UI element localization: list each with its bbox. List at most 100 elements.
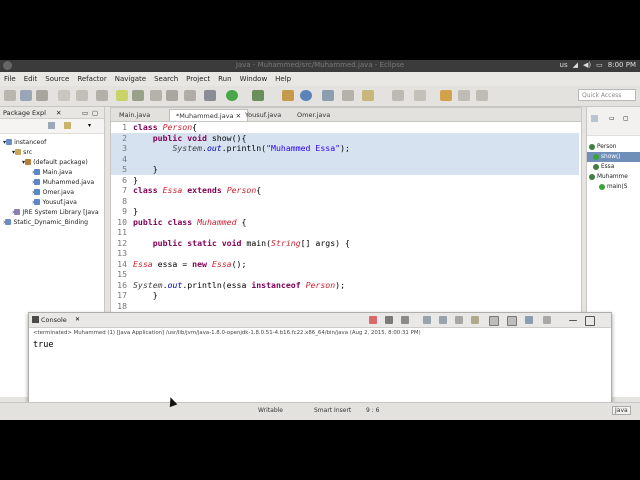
- menu-source[interactable]: Source: [41, 72, 73, 86]
- minimize-icon[interactable]: ▭: [609, 115, 615, 122]
- code-line[interactable]: 15: [111, 269, 579, 280]
- tab-main-java[interactable]: Main.java: [113, 109, 156, 121]
- tree-item-main-java[interactable]: › Main.java: [0, 168, 104, 178]
- menu-refactor[interactable]: Refactor: [73, 72, 110, 86]
- display-console-icon[interactable]: [507, 316, 517, 326]
- new-package-icon[interactable]: [300, 90, 312, 101]
- minimize-icon[interactable]: ▭: [82, 109, 88, 117]
- next-annotation-icon[interactable]: [392, 90, 404, 101]
- last-edit-icon[interactable]: [440, 90, 452, 101]
- close-icon[interactable]: ✕: [56, 109, 61, 117]
- show-whitespace-icon[interactable]: [150, 90, 162, 101]
- code-line[interactable]: 9}: [111, 206, 579, 217]
- code-line[interactable]: 16 System.out.println(essa instanceof Per…: [111, 280, 579, 291]
- coverage-icon[interactable]: [252, 90, 264, 101]
- new-icon[interactable]: [4, 90, 16, 101]
- code-line[interactable]: 5 }: [111, 164, 579, 175]
- console-output[interactable]: true: [33, 340, 53, 350]
- terminate-icon[interactable]: [369, 316, 377, 324]
- save-icon[interactable]: [20, 90, 32, 101]
- block-selection-icon[interactable]: [132, 90, 144, 101]
- format-icon[interactable]: [166, 90, 178, 101]
- code-line[interactable]: 14 Essa essa = new Essa();: [111, 259, 579, 270]
- tree-item-default-package[interactable]: ▾ (default package): [0, 158, 104, 168]
- show-on-output-icon[interactable]: [471, 316, 479, 324]
- prev-annotation-icon[interactable]: [414, 90, 426, 101]
- save-all-icon[interactable]: [36, 90, 48, 101]
- link-with-editor-icon[interactable]: [64, 122, 71, 129]
- battery-icon[interactable]: ▭: [596, 61, 603, 69]
- word-wrap-icon[interactable]: [455, 316, 463, 324]
- maximize-icon[interactable]: [585, 316, 595, 326]
- new-java-project-icon[interactable]: [282, 90, 294, 101]
- code-line[interactable]: 4: [111, 153, 579, 164]
- maximize-icon[interactable]: ▢: [623, 115, 629, 122]
- tab-omer-java[interactable]: Omer.java: [291, 109, 336, 121]
- outline-item[interactable]: main(S: [587, 182, 640, 192]
- menu-window[interactable]: Window: [236, 72, 272, 86]
- network-icon[interactable]: ◢: [573, 61, 578, 69]
- outline-item[interactable]: Muhamme: [587, 172, 640, 182]
- outline-item-selected[interactable]: show(): [587, 152, 640, 162]
- maximize-icon[interactable]: ▢: [92, 109, 98, 117]
- remove-all-icon[interactable]: [401, 316, 409, 324]
- quick-access-input[interactable]: Quick Access: [578, 89, 636, 101]
- search-icon[interactable]: [342, 90, 354, 101]
- open-console-icon[interactable]: [525, 316, 533, 324]
- clock[interactable]: 8:00 PM: [608, 61, 636, 69]
- mark-occurrences-icon[interactable]: [96, 90, 108, 101]
- perspective-java[interactable]: Java: [612, 406, 631, 415]
- open-type-icon[interactable]: [322, 90, 334, 101]
- toggle-highlight-icon[interactable]: [116, 90, 128, 101]
- view-menu-icon[interactable]: ▾: [88, 122, 91, 129]
- menu-navigate[interactable]: Navigate: [111, 72, 150, 86]
- tree-item-muhammed-java[interactable]: › Muhammed.java: [0, 178, 104, 188]
- code-line[interactable]: 10 public class Muhammed {: [111, 217, 579, 228]
- annotation-icon[interactable]: [362, 90, 374, 101]
- code-line[interactable]: 18: [111, 301, 579, 312]
- code-line[interactable]: 3 System.out.println("Muhammed Essa");: [111, 143, 579, 154]
- code-line[interactable]: 2 public void show(){: [111, 132, 579, 143]
- tab-muhammed-java[interactable]: *Muhammed.java ✕: [169, 109, 249, 121]
- code-line[interactable]: 12 public static void main(String[] args…: [111, 238, 579, 249]
- code-line[interactable]: 8: [111, 196, 579, 207]
- code-line[interactable]: 13: [111, 248, 579, 259]
- tab-yousuf-java[interactable]: Yousuf.java: [239, 109, 287, 121]
- run-icon[interactable]: [226, 90, 238, 101]
- outline-icon[interactable]: [591, 115, 598, 122]
- tree-item-project-static-binding[interactable]: › Static_Dynamic_Binding: [0, 218, 104, 228]
- tree-item-jre-library[interactable]: › JRE System Library [Java: [0, 208, 104, 218]
- menu-search[interactable]: Search: [150, 72, 182, 86]
- pin-console-icon[interactable]: [489, 316, 499, 326]
- outline-item[interactable]: Essa: [587, 162, 640, 172]
- print-icon[interactable]: [58, 90, 70, 101]
- scroll-lock-icon[interactable]: [439, 316, 447, 324]
- menu-run[interactable]: Run: [214, 72, 235, 86]
- code-line[interactable]: 11: [111, 227, 579, 238]
- remove-launch-icon[interactable]: [385, 316, 393, 324]
- menu-edit[interactable]: Edit: [20, 72, 42, 86]
- clear-console-icon[interactable]: [423, 316, 431, 324]
- debug-icon[interactable]: [204, 90, 216, 101]
- code-area[interactable]: 1 class Person{2 public void show(){3 Sys…: [111, 122, 581, 312]
- code-line[interactable]: 6}: [111, 175, 579, 186]
- tree-item-yousuf-java[interactable]: › Yousuf.java: [0, 198, 104, 208]
- terminal-icon[interactable]: [184, 90, 196, 101]
- tree-item-omer-java[interactable]: › Omer.java: [0, 188, 104, 198]
- menu-help[interactable]: Help: [271, 72, 295, 86]
- menu-project[interactable]: Project: [182, 72, 214, 86]
- volume-icon[interactable]: ◀): [583, 61, 591, 69]
- menu-file[interactable]: File: [0, 72, 20, 86]
- undo-icon[interactable]: [76, 90, 88, 101]
- system-menu-icon[interactable]: [3, 61, 12, 70]
- close-icon[interactable]: ✕: [75, 316, 80, 323]
- tree-item-project-instanceof[interactable]: ▾ instanceof: [0, 138, 104, 148]
- console-title[interactable]: Console: [41, 316, 67, 324]
- collapse-all-icon[interactable]: [48, 122, 55, 129]
- forward-icon[interactable]: [476, 90, 488, 101]
- code-line[interactable]: 17 }: [111, 290, 579, 301]
- tree-item-src[interactable]: ▾ src: [0, 148, 104, 158]
- outline-item[interactable]: Person: [587, 142, 640, 152]
- back-icon[interactable]: [458, 90, 470, 101]
- code-line[interactable]: 1 class Person{: [111, 122, 579, 133]
